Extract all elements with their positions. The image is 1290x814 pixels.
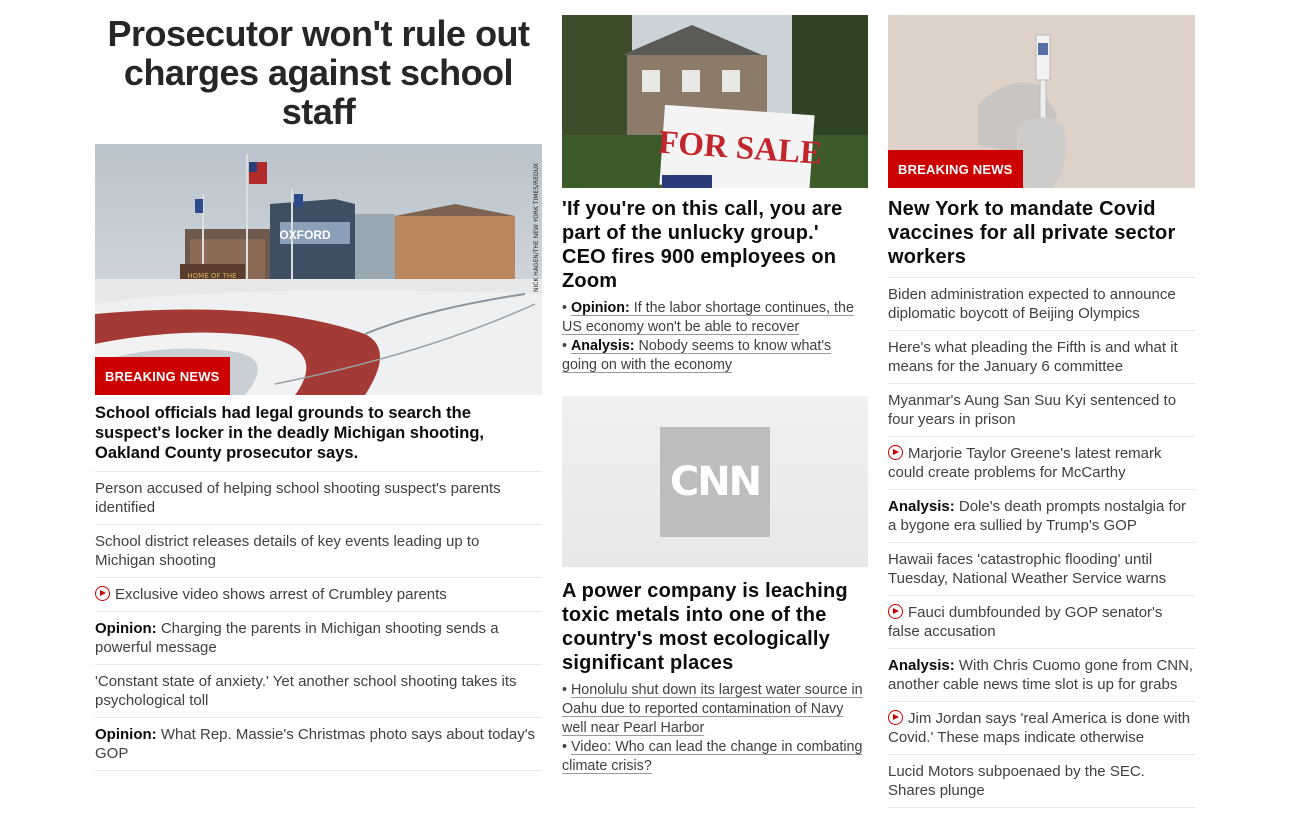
link-prefix: Analysis:	[888, 657, 955, 674]
link-text: School district releases details of key …	[95, 533, 480, 569]
link-text: Fauci dumbfounded by GOP senator's false…	[888, 604, 1163, 640]
list-item[interactable]: Biden administration expected to announc…	[888, 278, 1195, 331]
vaccine-photo[interactable]: BREAKING NEWS	[888, 15, 1195, 188]
right-links-list: Biden administration expected to announc…	[888, 277, 1195, 808]
sub-link-anchor[interactable]: Opinion: If the labor shortage continues…	[562, 300, 854, 335]
svg-text:NICK HAGEN/THE NEW YORK TIMES/: NICK HAGEN/THE NEW YORK TIMES/REDUX	[533, 163, 540, 292]
list-item[interactable]: Myanmar's Aung San Suu Kyi sentenced to …	[888, 384, 1195, 437]
sub-link[interactable]: • Video: Who can lead the change in comb…	[562, 738, 868, 776]
link-prefix: Opinion:	[95, 726, 157, 743]
for-sale-photo[interactable]: FOR SALE	[562, 15, 868, 188]
link-text: What Rep. Massie's Christmas photo says …	[95, 726, 536, 762]
link-text: Exclusive video shows arrest of Crumbley…	[115, 586, 447, 603]
list-item[interactable]: Exclusive video shows arrest of Crumbley…	[95, 578, 542, 612]
cnn-logo: CNN	[660, 427, 770, 537]
lead-story-summary[interactable]: School officials had legal grounds to se…	[95, 403, 542, 463]
house-image: FOR SALE	[562, 15, 868, 188]
top-headline[interactable]: Prosecutor won't rule out charges agains…	[95, 14, 542, 131]
cnn-placeholder-image[interactable]: CNN	[562, 396, 868, 567]
play-video-icon	[888, 710, 903, 725]
sub-link-anchor[interactable]: Video: Who can lead the change in combat…	[562, 739, 862, 774]
link-prefix: Analysis:	[888, 498, 955, 515]
list-item[interactable]: 'Constant state of anxiety.' Yet another…	[95, 665, 542, 718]
ceo-related-links: • Opinion: If the labor shortage continu…	[562, 299, 868, 375]
sub-link-anchor[interactable]: Honolulu shut down its largest water sou…	[562, 682, 863, 736]
play-video-icon	[888, 445, 903, 460]
link-text: Jim Jordan says 'real America is done wi…	[888, 710, 1191, 746]
link-text: Honolulu shut down its largest water sou…	[562, 682, 863, 736]
link-text: Lucid Motors subpoenaed by the SEC. Shar…	[888, 763, 1145, 799]
column-main: Prosecutor won't rule out charges agains…	[95, 0, 542, 771]
svg-text:HOME OF THE: HOME OF THE	[187, 272, 236, 280]
column-right: BREAKING NEWS New York to mandate Covid …	[888, 0, 1195, 808]
list-item[interactable]: Marjorie Taylor Greene's latest remark c…	[888, 437, 1195, 490]
link-text: Myanmar's Aung San Suu Kyi sentenced to …	[888, 392, 1177, 428]
breaking-news-badge: BREAKING NEWS	[888, 150, 1023, 188]
link-prefix: Opinion:	[95, 620, 157, 637]
list-item[interactable]: Opinion: Charging the parents in Michiga…	[95, 612, 542, 665]
play-video-icon	[888, 604, 903, 619]
list-item[interactable]: Here's what pleading the Fifth is and wh…	[888, 331, 1195, 384]
related-links-list: Person accused of helping school shootin…	[95, 471, 542, 771]
play-video-icon	[95, 586, 110, 601]
list-item[interactable]: Fauci dumbfounded by GOP senator's false…	[888, 596, 1195, 649]
list-item[interactable]: Jim Jordan says 'real America is done wi…	[888, 702, 1195, 755]
toxic-related-links: • Honolulu shut down its largest water s…	[562, 681, 868, 776]
link-text: Biden administration expected to announc…	[888, 286, 1176, 322]
svg-text:OXFORD: OXFORD	[279, 228, 331, 242]
sub-link[interactable]: • Analysis: Nobody seems to know what's …	[562, 337, 868, 375]
link-prefix: Analysis:	[570, 338, 635, 354]
link-text: Here's what pleading the Fifth is and wh…	[888, 339, 1178, 375]
link-text: 'Constant state of anxiety.' Yet another…	[95, 673, 517, 709]
list-item[interactable]: Analysis: With Chris Cuomo gone from CNN…	[888, 649, 1195, 702]
list-item[interactable]: Analysis: Dole's death prompts nostalgia…	[888, 490, 1195, 543]
sub-link[interactable]: • Honolulu shut down its largest water s…	[562, 681, 868, 738]
covid-mandate-headline[interactable]: New York to mandate Covid vaccines for a…	[888, 197, 1195, 269]
sub-link[interactable]: • Opinion: If the labor shortage continu…	[562, 299, 868, 337]
list-item[interactable]: School district releases details of key …	[95, 525, 542, 578]
link-prefix: Opinion:	[570, 300, 630, 316]
ceo-zoom-headline[interactable]: 'If you're on this call, you are part of…	[562, 197, 868, 293]
list-item[interactable]: Hawaii faces 'catastrophic flooding' unt…	[888, 543, 1195, 596]
column-middle: FOR SALE 'If you're on this call, you ar…	[562, 0, 868, 776]
school-photo[interactable]: HOME OF THE OXFORD NICK HAGEN/THE NEW YO…	[95, 144, 542, 395]
link-text: Marjorie Taylor Greene's latest remark c…	[888, 445, 1162, 481]
list-item[interactable]: Opinion: What Rep. Massie's Christmas ph…	[95, 718, 542, 771]
list-item[interactable]: Person accused of helping school shootin…	[95, 472, 542, 525]
link-text: Video: Who can lead the change in combat…	[562, 739, 863, 774]
sub-link-anchor[interactable]: Analysis: Nobody seems to know what's go…	[562, 338, 831, 373]
toxic-metals-headline[interactable]: A power company is leaching toxic metals…	[562, 579, 868, 675]
link-text: Hawaii faces 'catastrophic flooding' unt…	[888, 551, 1167, 587]
breaking-news-badge: BREAKING NEWS	[95, 357, 230, 395]
link-text: Person accused of helping school shootin…	[95, 480, 501, 516]
list-item[interactable]: Lucid Motors subpoenaed by the SEC. Shar…	[888, 755, 1195, 808]
